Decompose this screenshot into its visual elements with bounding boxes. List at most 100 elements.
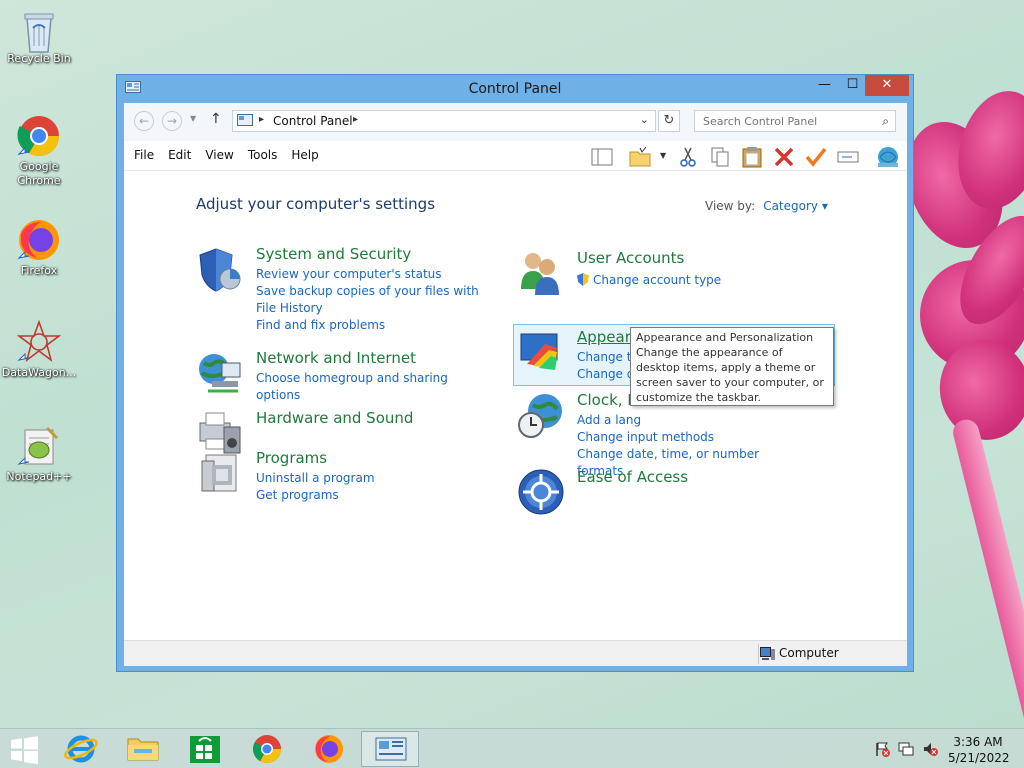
link-change-input-methods[interactable]: Change input methods [577,429,807,446]
link-change-account-type[interactable]: Change account type [577,272,807,289]
back-button[interactable]: ← [134,111,154,131]
desktop-icon-datawagon[interactable]: DataWagon... [1,319,77,380]
properties-check-icon[interactable] [804,146,828,168]
firefox-icon [17,218,61,262]
link-change-account-type-label: Change account type [593,273,722,287]
breadcrumb-control-panel[interactable]: Control Panel [273,114,353,128]
layout-pane-icon[interactable] [590,146,614,168]
menu-toolbar-row: File Edit View Tools Help ▼ [124,141,907,171]
menu-bar: File Edit View Tools Help [134,148,333,162]
desktop-icon-label: DataWagon... [1,366,77,379]
datawagon-icon [16,319,62,364]
action-center-flag-icon[interactable] [874,741,890,760]
search-box[interactable]: ⌕ [694,110,896,132]
menu-edit[interactable]: Edit [168,148,201,162]
appearance-icon [517,328,565,376]
desktop-icon-google-chrome[interactable]: Google Chrome [1,114,77,188]
copy-icon[interactable] [708,146,732,168]
folder-options-icon[interactable] [628,146,652,168]
folder-options-dropdown-icon[interactable]: ▼ [660,151,666,160]
forward-button[interactable]: → [162,111,182,131]
chrome-icon [17,114,61,158]
category-title[interactable]: Ease of Access [577,468,688,486]
close-button[interactable]: ✕ [865,75,909,96]
search-input[interactable] [695,111,865,131]
clock-time: 3:36 AM [953,735,1003,749]
programs-icon [196,449,244,497]
breadcrumb-separator[interactable]: ▸ [353,114,358,125]
control-panel-small-icon [237,114,253,131]
search-icon[interactable]: ⌕ [882,114,889,129]
menu-tools[interactable]: Tools [248,148,288,162]
delete-icon[interactable] [772,146,796,168]
network-tray-icon[interactable] [898,741,914,760]
category-links: Uninstall a program Get programs [256,470,486,504]
link-find-fix-problems[interactable]: Find and fix problems [256,317,486,334]
link-homegroup-sharing[interactable]: Choose homegroup and sharing options [256,370,486,404]
control-panel-content: Adjust your computer's settings View by:… [124,171,907,641]
paste-icon[interactable] [740,146,764,168]
cut-icon[interactable] [676,146,700,168]
appearance-tooltip: Appearance and Personalization Change th… [630,327,834,406]
link-review-status[interactable]: Review your computer's status [256,266,486,283]
desktop-icon-label: Google Chrome [17,160,61,187]
network-globe-icon [196,349,244,397]
recycle-bin-icon [17,6,61,53]
address-dropdown-icon[interactable]: ⌄ [640,113,649,126]
status-divider [758,644,759,664]
taskbar-internet-explorer[interactable] [52,731,110,767]
up-button[interactable]: ↑ [210,111,222,127]
taskbar-firefox[interactable] [300,731,358,767]
menu-help[interactable]: Help [291,148,328,162]
title-bar[interactable]: Control Panel — ☐ ✕ [117,75,913,103]
window-title: Control Panel [468,81,562,97]
page-heading: Adjust your computer's settings [196,195,436,213]
shield-icon [196,245,244,293]
tooltip-body: Change the appearance of desktop items, … [636,346,824,404]
menu-file[interactable]: File [134,148,164,162]
address-bar[interactable]: ▸ Control Panel ▸ ⌄ [232,110,656,132]
category-links: Choose homegroup and sharing options [256,370,486,404]
taskbar-clock[interactable]: 3:36 AM 5/21/2022 [948,734,1010,766]
ease-of-access-icon [517,468,565,516]
link-uninstall-program[interactable]: Uninstall a program [256,470,486,487]
navigation-bar: ← → ▼ ↑ ▸ Control Panel ▸ ⌄ ↻ ⌕ [124,103,907,141]
link-file-history[interactable]: Save backup copies of your files with Fi… [256,283,486,317]
category-title[interactable]: User Accounts [577,249,684,267]
refresh-button[interactable]: ↻ [658,110,680,132]
taskbar-chrome[interactable] [238,731,296,767]
taskbar-store[interactable] [176,731,234,767]
category-title[interactable]: Programs [256,449,327,467]
category-title[interactable]: Network and Internet [256,349,416,367]
desktop-icon-label: Notepad++ [6,470,72,483]
link-get-programs[interactable]: Get programs [256,487,486,504]
rename-icon[interactable] [836,146,860,168]
start-button[interactable] [0,731,50,767]
breadcrumb-separator[interactable]: ▸ [259,114,264,125]
tooltip-title: Appearance and Personalization [636,331,814,344]
desktop-icon-firefox[interactable]: Firefox [1,218,77,278]
clock-date: 5/21/2022 [948,751,1010,765]
uac-shield-icon [577,273,589,286]
recent-locations-dropdown-icon[interactable]: ▼ [190,114,196,123]
volume-muted-icon[interactable] [922,741,938,760]
desktop-icon-recycle-bin[interactable]: Recycle Bin [1,6,77,66]
desktop-icon-notepadpp[interactable]: Notepad++ [1,424,77,484]
category-title[interactable]: Clock, L [577,391,636,409]
view-by: View by: Category ▾ [705,199,828,213]
link-add-language[interactable]: Add a lang [577,412,807,429]
maximize-button[interactable]: ☐ [839,75,866,96]
taskbar-control-panel[interactable] [361,731,419,767]
category-title[interactable]: System and Security [256,245,411,263]
minimize-button[interactable]: — [811,75,838,96]
category-title[interactable]: Hardware and Sound [256,409,413,427]
status-computer-label: Computer [779,646,839,660]
globe-shell-icon[interactable] [876,146,900,168]
clock-globe-icon [517,391,565,439]
category-links: Review your computer's status Save backu… [256,266,486,334]
menu-view[interactable]: View [205,148,243,162]
category-links: Change account type [577,272,807,289]
taskbar-file-explorer[interactable] [114,731,172,767]
view-by-category-dropdown[interactable]: Category ▾ [763,199,828,213]
view-by-label: View by: [705,199,756,213]
